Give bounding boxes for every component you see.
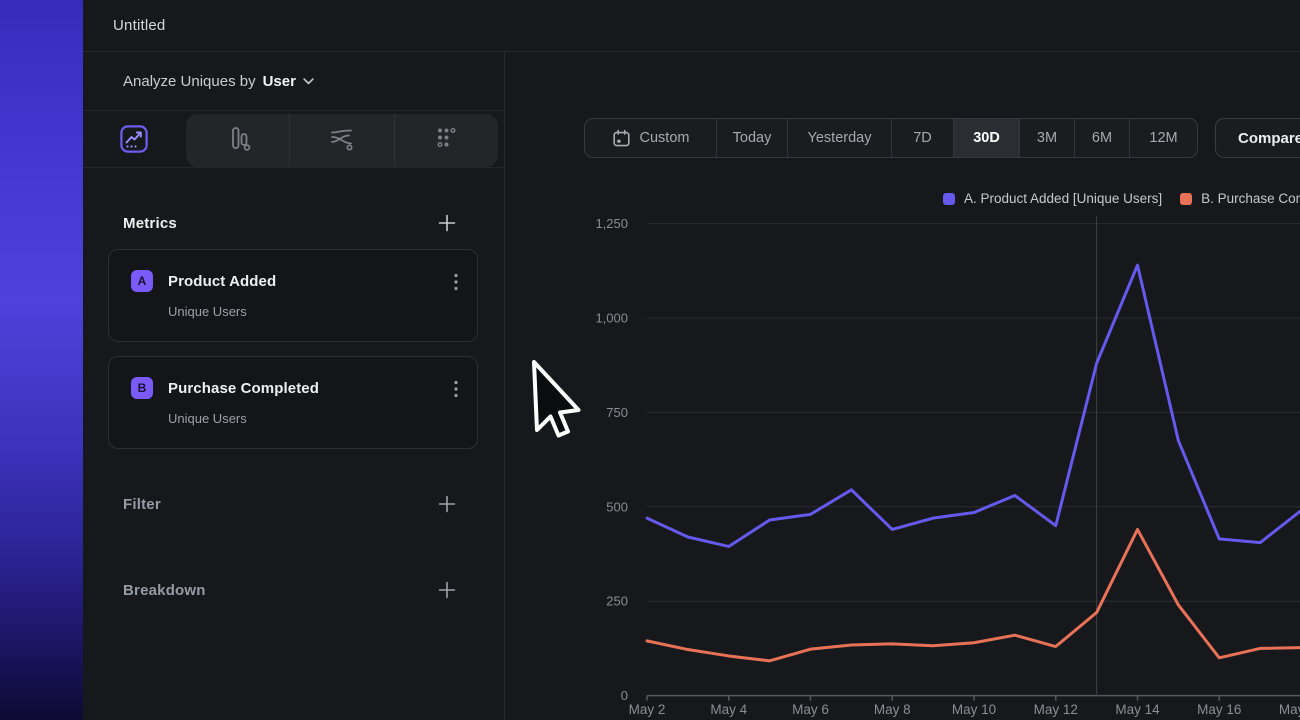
add-metric-button[interactable] <box>438 214 456 232</box>
breakdown-section: Breakdown <box>123 581 456 599</box>
svg-text:May 16: May 16 <box>1197 702 1241 717</box>
tab-flow[interactable] <box>289 114 393 167</box>
svg-text:May 14: May 14 <box>1115 702 1160 717</box>
filter-section: Filter <box>123 495 456 513</box>
svg-text:May 8: May 8 <box>874 702 911 717</box>
metric-a-subtitle: Unique Users <box>168 304 461 319</box>
screenshot-stage: Untitled Analyze Uniques by User <box>0 0 1300 720</box>
svg-text:0: 0 <box>621 688 628 703</box>
dots-grid-icon <box>433 125 459 156</box>
svg-text:250: 250 <box>606 594 628 609</box>
analyze-by-dropdown[interactable]: User <box>263 72 314 90</box>
analyze-by-value: User <box>263 73 296 90</box>
filter-title: Filter <box>123 496 161 513</box>
sidebar: Analyze Uniques by User <box>83 52 505 720</box>
svg-text:1,250: 1,250 <box>595 216 628 231</box>
tab-insights[interactable] <box>120 125 148 153</box>
add-filter-button[interactable] <box>438 495 456 513</box>
metric-b-badge: B <box>131 377 153 399</box>
svg-text:May 12: May 12 <box>1034 702 1078 717</box>
metrics-title: Metrics <box>123 215 177 232</box>
add-breakdown-button[interactable] <box>438 581 456 599</box>
metric-b-menu-button[interactable] <box>452 378 460 405</box>
report-title[interactable]: Untitled <box>113 17 165 34</box>
flow-icon <box>327 124 357 157</box>
metric-card-b-top: B Purchase Completed <box>131 377 461 399</box>
metric-card-a[interactable]: A Product Added Unique Users <box>108 249 478 342</box>
svg-text:750: 750 <box>606 405 628 420</box>
chart-type-tab-group <box>186 114 498 167</box>
metric-a-menu-button[interactable] <box>452 271 460 298</box>
metric-card-a-top: A Product Added <box>131 270 461 292</box>
chart-canvas: 0 250 500 750 1,000 1,250 May 2 May 4 May 6 May 8… <box>505 0 1300 720</box>
analyze-row: Analyze Uniques by User <box>83 52 504 111</box>
metric-a-title: Product Added <box>168 273 276 290</box>
svg-text:May 10: May 10 <box>952 702 996 717</box>
metric-card-b[interactable]: B Purchase Completed Unique Users <box>108 356 478 449</box>
background-gradient-strip <box>0 0 83 720</box>
svg-text:May 4: May 4 <box>710 702 747 717</box>
line-chart-icon <box>120 140 148 157</box>
chart-panel: CustomTodayYesterday7D30D3M6M12M Compare… <box>505 52 1300 720</box>
metric-a-badge: A <box>131 270 153 292</box>
app-window: Untitled Analyze Uniques by User <box>83 0 1300 720</box>
metrics-header: Metrics <box>123 214 456 232</box>
svg-text:500: 500 <box>606 499 628 514</box>
bar-chart-icon <box>224 124 252 157</box>
svg-text:May 6: May 6 <box>792 702 829 717</box>
svg-text:1,000: 1,000 <box>595 311 628 326</box>
svg-text:May 18: May 18 <box>1279 702 1300 717</box>
metric-b-subtitle: Unique Users <box>168 411 461 426</box>
tab-bar-chart[interactable] <box>186 114 289 167</box>
breakdown-title: Breakdown <box>123 582 206 599</box>
chart-type-tabs <box>83 111 504 168</box>
chevron-down-icon <box>303 72 314 90</box>
svg-text:May 2: May 2 <box>629 702 666 717</box>
tab-metrics-grid[interactable] <box>394 114 498 167</box>
metric-b-title: Purchase Completed <box>168 380 319 397</box>
analyze-label: Analyze Uniques by <box>123 73 256 90</box>
